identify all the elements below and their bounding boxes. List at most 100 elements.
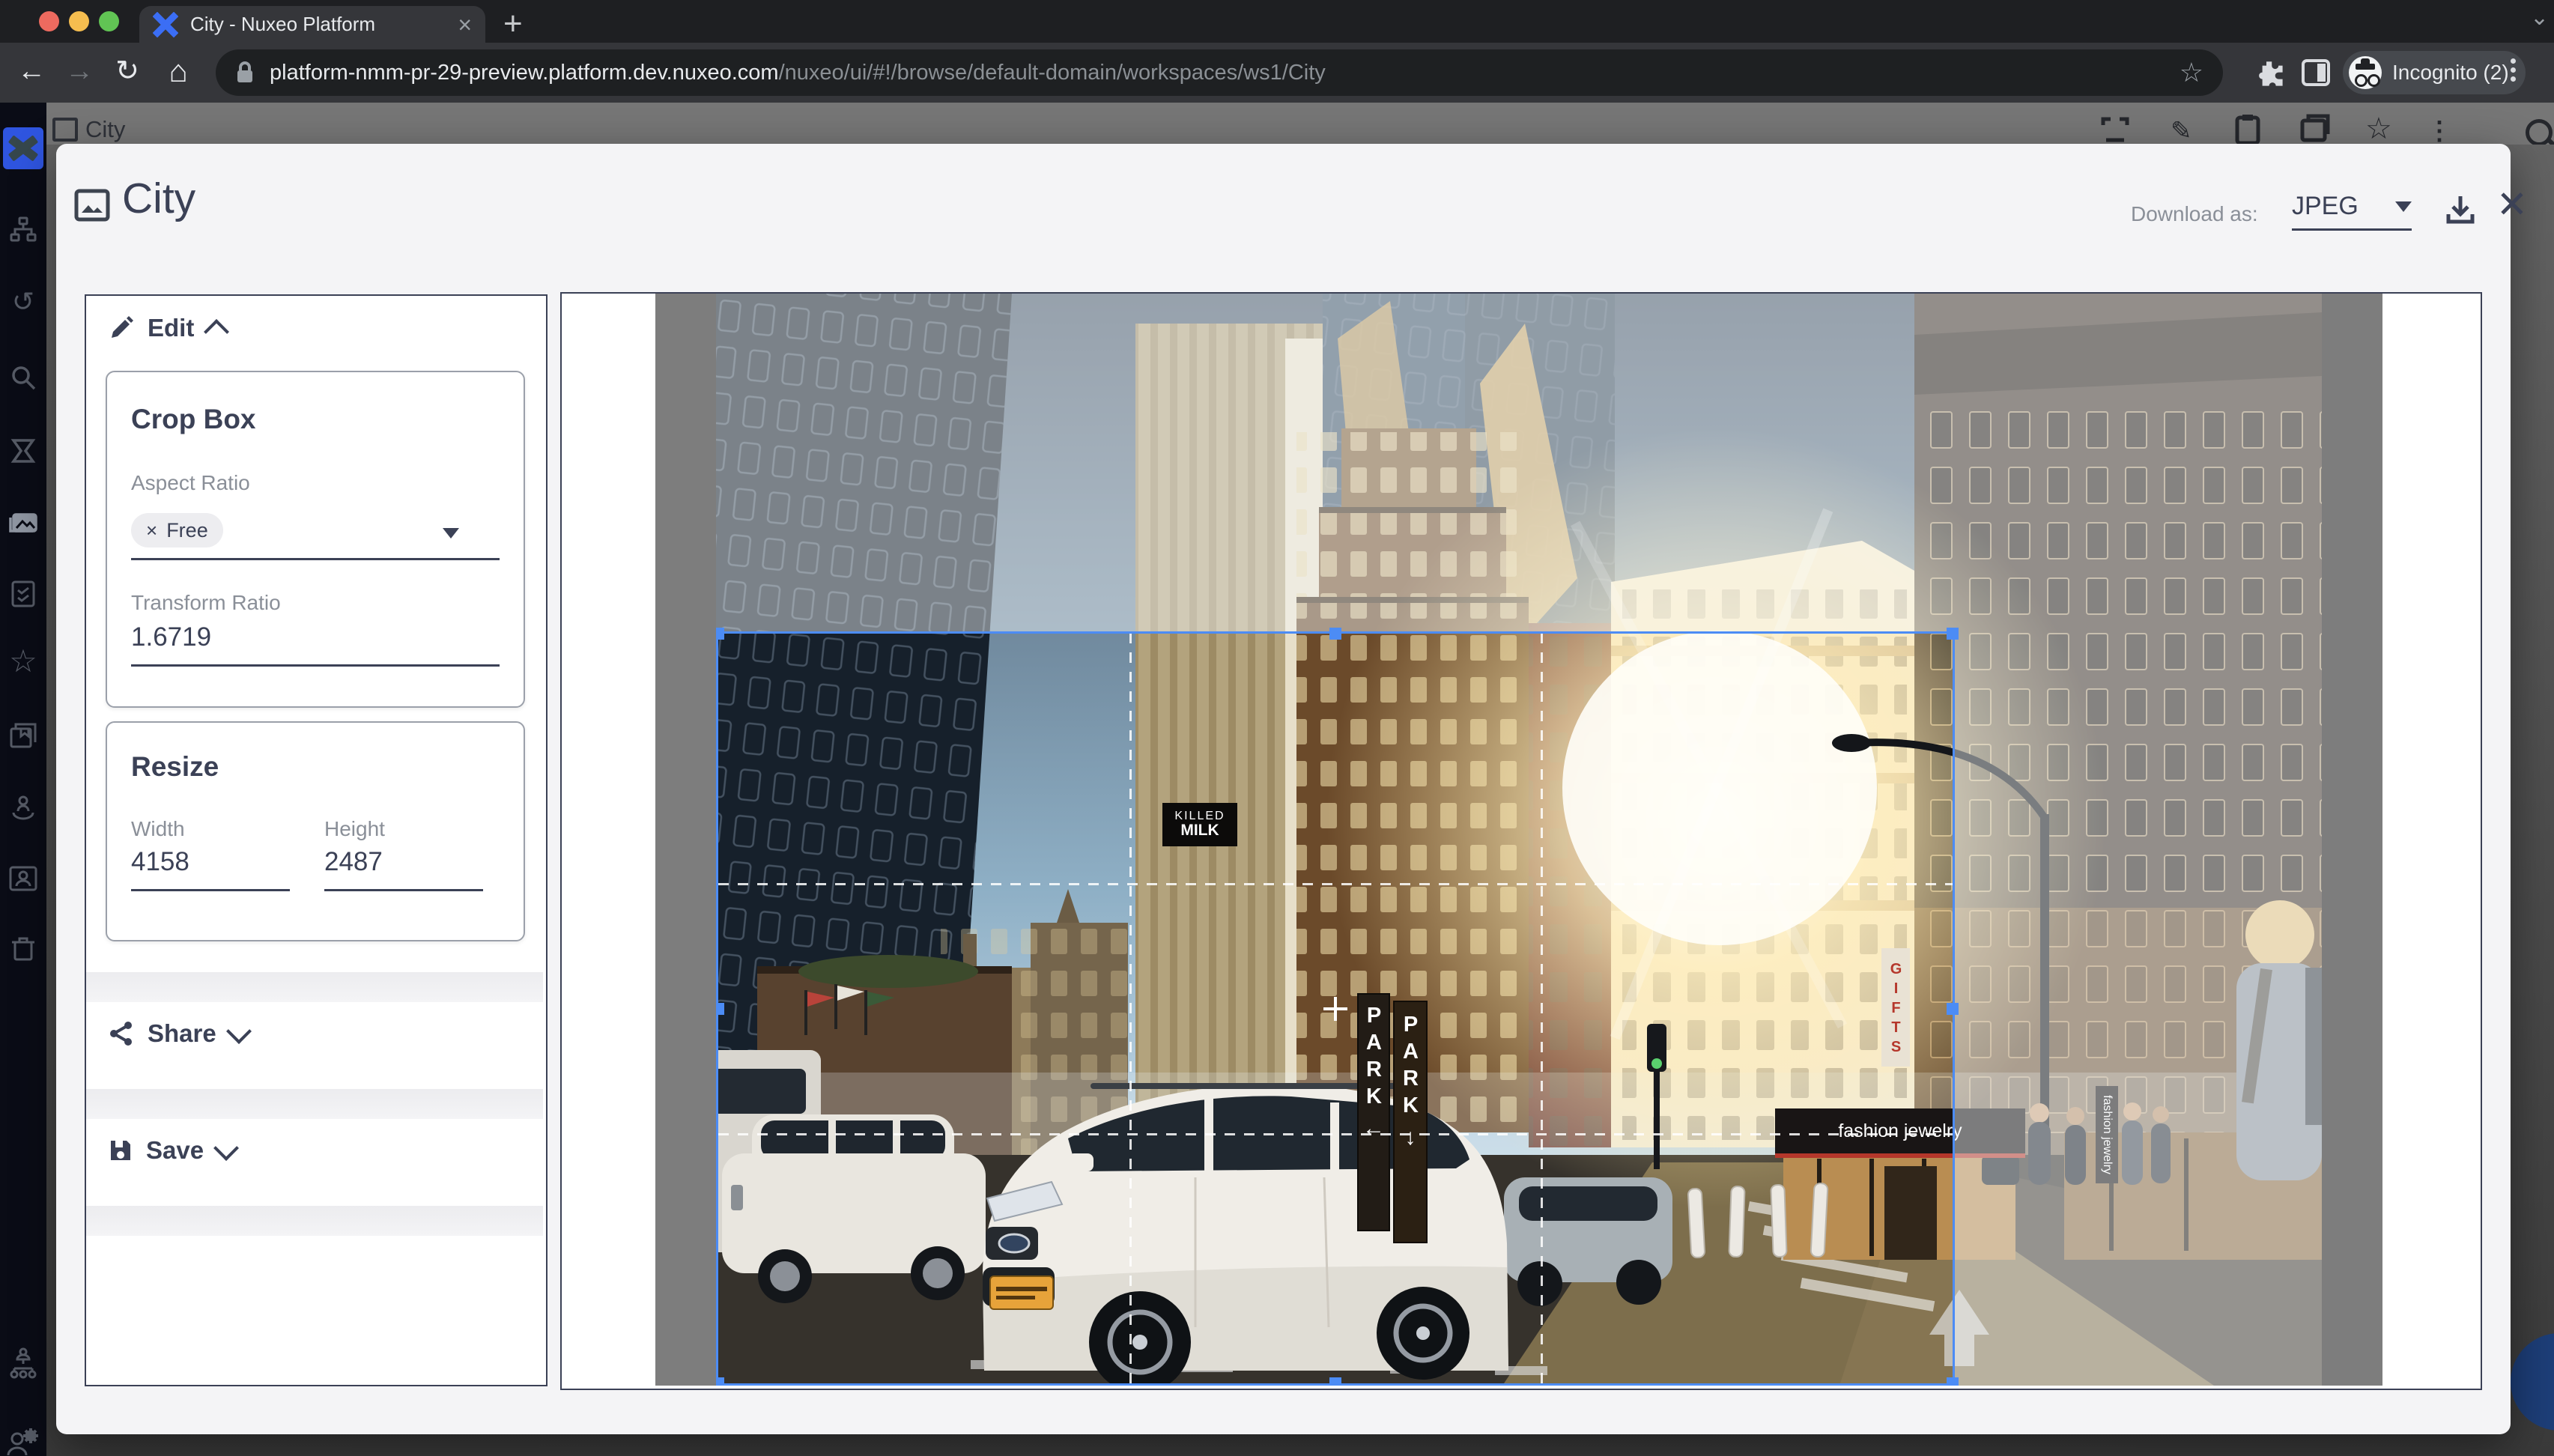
extensions-icon[interactable] [2253,56,2286,89]
maximize-window-button[interactable] [99,11,119,31]
document-icon [52,118,78,142]
trash-icon[interactable] [0,934,46,966]
browser-tab-strip: City - Nuxeo Platform × + ⌄ [0,0,2554,43]
crop-guide-line [1129,634,1132,1383]
browser-menu-icon[interactable] [2511,55,2516,85]
incognito-icon [2349,56,2382,89]
crop-guide-line [718,883,1953,885]
share-section-toggle[interactable]: Share [109,1019,248,1048]
aspect-ratio-chip[interactable]: × Free [131,513,223,547]
transform-ratio-label: Transform Ratio [131,591,281,615]
crop-handle-w[interactable] [716,1003,724,1015]
width-input[interactable]: 4158 [131,847,189,877]
crop-box-title: Crop Box [131,404,256,435]
height-label: Height [324,817,385,841]
download-as-label: Download as: [2131,202,2258,226]
side-panel-icon[interactable] [2301,58,2331,88]
crop-handle-se[interactable] [1947,1377,1959,1386]
aspect-ratio-value: Free [166,519,208,542]
crop-handle-s[interactable] [1329,1377,1341,1386]
crop-handle-sw[interactable] [716,1377,724,1386]
browse-icon[interactable] [0,215,46,247]
crop-guide-line [1541,634,1543,1383]
page-header-dimmed: City ✎ ☆ ⋮ [46,103,2554,145]
url-path: /nuxeo/ui/#!/browse/default-domain/works… [779,61,1326,85]
search-icon [2526,119,2553,145]
chip-remove-icon[interactable]: × [146,519,157,542]
page-title-dimmed: City [85,116,125,143]
bookmark-star-icon[interactable]: ☆ [2180,57,2203,88]
share-icon [109,1021,134,1046]
image-editor-modal: City Download as: JPEG ✕ Edit Crop Box [56,144,2511,1434]
tab-close-icon[interactable]: × [458,13,472,37]
share-label: Share [148,1019,216,1048]
dimmed-text-fragment [2136,1443,2338,1455]
workflow-hourglass-icon[interactable] [0,437,46,469]
reload-button[interactable]: ↻ [108,52,147,91]
edit-section-toggle[interactable]: Edit [109,314,225,342]
pencil-icon [109,315,134,341]
forward-button[interactable]: → [60,52,99,91]
crop-box-region[interactable] [716,631,1955,1386]
aspect-underline [131,558,500,560]
back-button[interactable]: ← [12,52,51,91]
favorites-icon[interactable]: ☆ [0,648,46,675]
save-icon [109,1138,133,1162]
aspect-dropdown-icon[interactable] [443,528,459,539]
collections-icon[interactable] [0,721,46,753]
tab-overflow-icon[interactable]: ⌄ [2530,4,2549,31]
incognito-badge: Incognito (2) [2343,51,2526,94]
personal-space-icon[interactable] [0,793,46,827]
tab-title: City - Nuxeo Platform [190,13,450,36]
crop-handle-e[interactable] [1947,1003,1959,1015]
assistant-fab [2511,1333,2554,1431]
crop-center-cross [1334,997,1337,1021]
canvas-margin [2322,294,2382,1386]
new-tab-button[interactable]: + [503,7,523,40]
chevron-down-icon [213,1135,239,1161]
search-icon[interactable] [0,363,46,395]
address-bar[interactable]: platform-nmm-pr-29-preview.platform.dev.… [216,49,2223,96]
profile-card-icon[interactable] [0,865,46,896]
crop-handle-n[interactable] [1329,628,1341,640]
crop-handle-ne[interactable] [1947,628,1959,640]
close-button[interactable]: ✕ [2496,186,2528,223]
lock-icon [235,60,255,85]
crop-outside-overlay [716,294,2322,631]
home-button[interactable]: ⌂ [159,52,198,91]
format-select[interactable]: JPEG [2292,192,2412,231]
nuxeo-sidebar: ↺ ☆ [0,103,46,1456]
save-section-toggle[interactable]: Save [109,1136,235,1165]
tasks-icon[interactable] [0,579,46,613]
screen: City - Nuxeo Platform × + ⌄ ← → ↻ ⌂ plat… [0,0,2554,1456]
edit-pen-icon: ✎ [2171,116,2192,145]
transform-underline [131,664,500,667]
download-button[interactable] [2442,192,2478,228]
close-window-button[interactable] [39,11,59,31]
height-input[interactable]: 2487 [324,847,383,877]
minimize-window-button[interactable] [69,11,89,31]
assets-icon[interactable] [0,509,46,541]
chevron-up-icon [204,319,229,345]
width-underline [131,889,290,891]
crop-handle-nw[interactable] [716,628,724,640]
crop-outside-overlay [1955,631,2322,1386]
transform-ratio-input[interactable]: 1.6719 [131,622,211,652]
user-settings-icon[interactable] [0,1427,46,1456]
edit-label: Edit [148,314,194,342]
resize-card: Resize Width 4158 Height 2487 [106,721,525,941]
canvas-margin [655,294,716,1386]
history-icon[interactable]: ↺ [0,288,46,315]
save-label: Save [146,1136,204,1165]
clipboard-icon [2233,113,2262,145]
browser-tab[interactable]: City - Nuxeo Platform × [139,6,485,43]
nuxeo-logo[interactable] [3,127,43,169]
image-canvas-panel: PARK ← PARK ↓ KILLED MILK fashion jewelr… [560,292,2482,1390]
resize-title: Resize [131,751,219,783]
administration-icon[interactable] [0,1347,46,1383]
width-label: Width [131,817,185,841]
book-icon [2299,113,2331,143]
resize-icon [2100,115,2130,145]
section-separator [86,1089,543,1119]
dimmed-text-fragment [352,1443,539,1455]
